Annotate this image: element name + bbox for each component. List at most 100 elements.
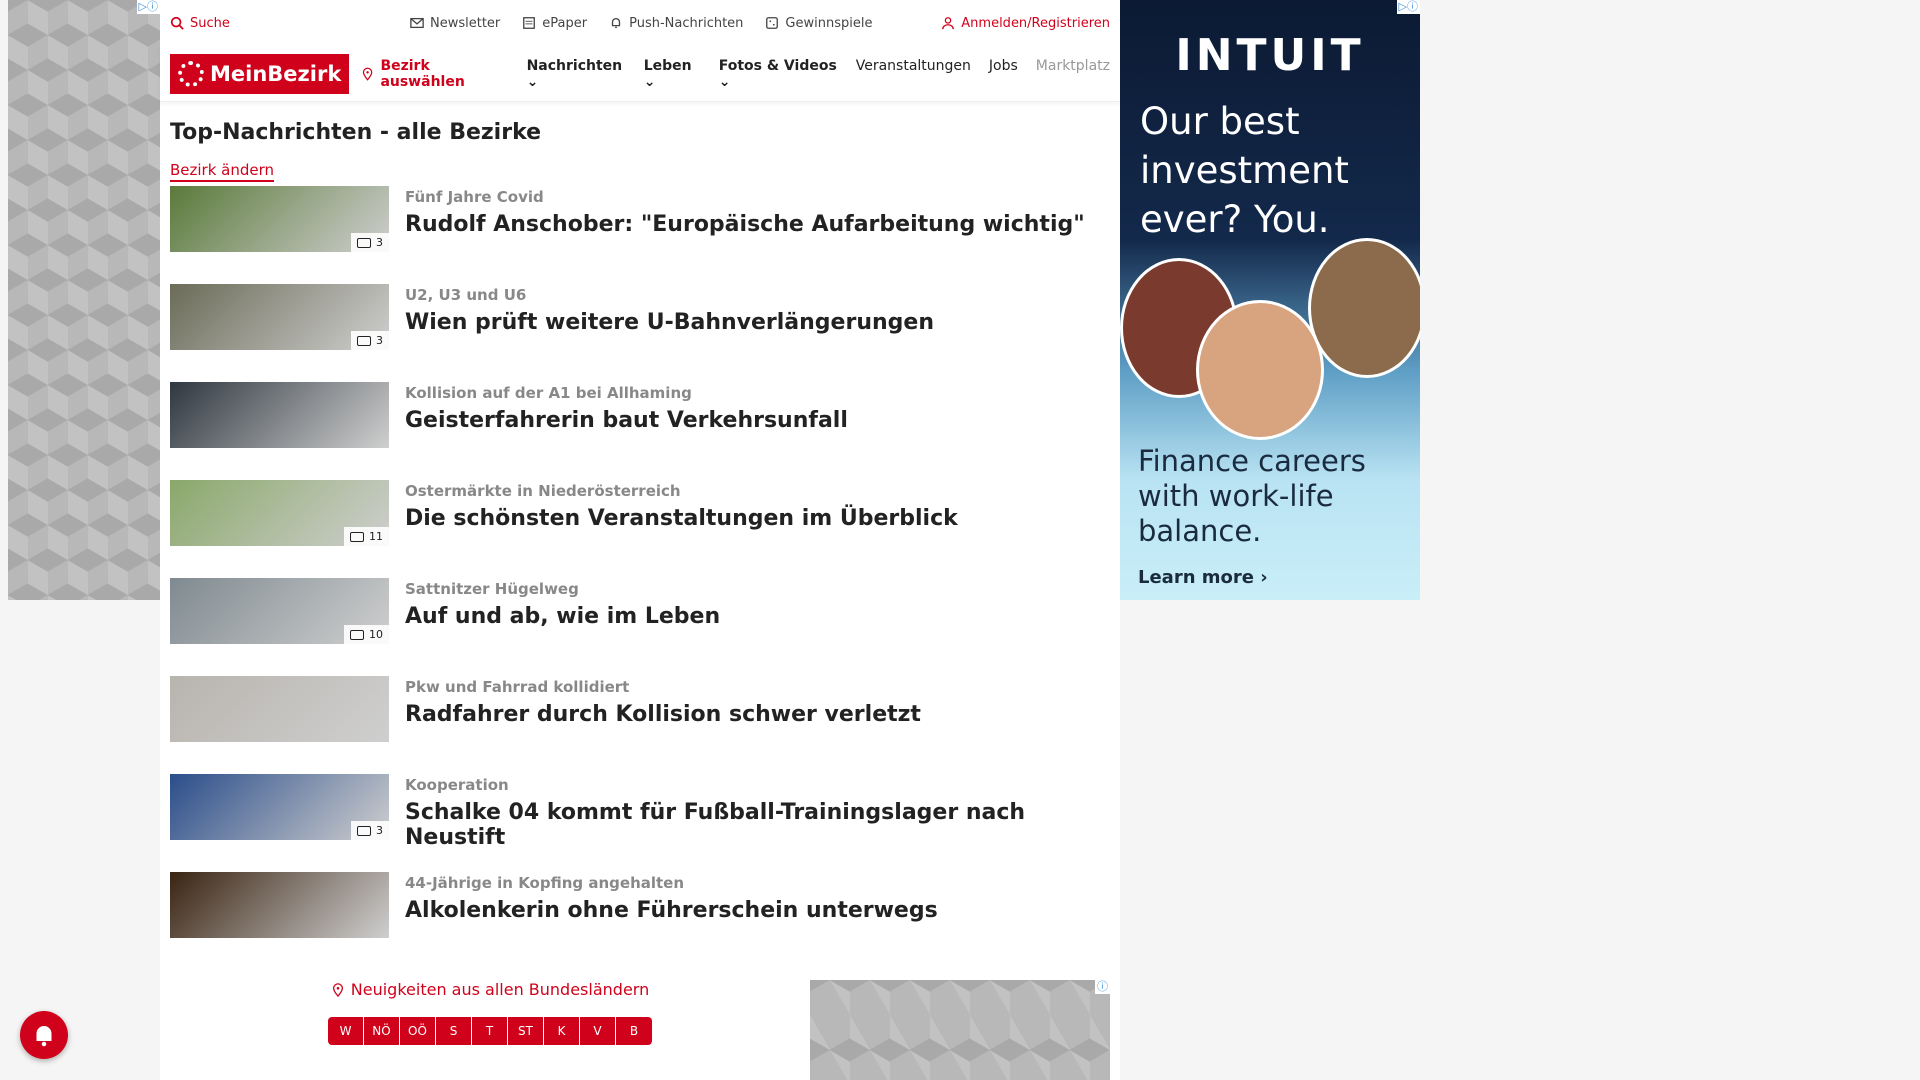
article-thumbnail[interactable]: 3 [170, 774, 389, 840]
article-kicker: Kooperation [405, 776, 509, 794]
article-row[interactable]: 11 Ostermärkte in Niederösterreich Die sch… [160, 480, 1120, 578]
photo-count-badge: 3 [351, 821, 389, 840]
gewinnspiele-link[interactable]: Gewinnspiele [765, 16, 872, 31]
article-thumbnail[interactable]: 3 [170, 284, 389, 350]
region-chip[interactable]: W [328, 1017, 364, 1045]
article-headline[interactable]: Wien prüft weitere U-Bahnverlängerungen [405, 310, 934, 335]
photo-count-badge: 3 [351, 331, 389, 350]
photo-count: 3 [376, 236, 383, 249]
dice-icon [766, 17, 779, 29]
push-link[interactable]: Push-Nachrichten [609, 16, 743, 31]
article-text: Kollision auf der A1 bei Allhaming Geiste… [405, 384, 848, 433]
right-ad-banner[interactable]: ▷ⓘ INTUIT Our best investment ever? You.… [1120, 0, 1420, 600]
article-kicker: Ostermärkte in Niederösterreich [405, 482, 681, 500]
article-row[interactable]: 10 Sattnitzer Hügelweg Auf und ab, wie im … [160, 578, 1120, 676]
ad-learn-more-link[interactable]: Learn more › [1138, 567, 1420, 588]
article-headline[interactable]: Rudolf Anschober: "Europäische Aufarbeit… [405, 212, 1085, 237]
login-link[interactable]: Anmelden/Registrieren [941, 16, 1110, 31]
regions-heading[interactable]: Neuigkeiten aus allen Bundesländern [300, 980, 680, 999]
region-chip[interactable]: NÖ [364, 1017, 400, 1045]
nav-item-veranstaltungen[interactable]: Veranstaltungen [856, 58, 971, 90]
newsletter-link[interactable]: Newsletter [410, 16, 500, 31]
nav-item-nachrichten[interactable]: Nachrichten ⌄ [527, 58, 626, 90]
ad-choices-icon[interactable]: ▷ⓘ [136, 0, 160, 14]
ad-choices-icon[interactable]: ▷ⓘ [1396, 0, 1420, 14]
site-logo[interactable]: MeinBezirk [170, 53, 350, 94]
article-row[interactable]: 3 Kooperation Schalke 04 kommt für Fußball… [160, 774, 1120, 872]
search-link[interactable]: Suche [170, 16, 230, 31]
nav-item-label: Nachrichten [526, 57, 623, 74]
push-label: Push-Nachrichten [629, 15, 744, 31]
ad-people-image [1120, 238, 1420, 444]
bell-icon [611, 17, 621, 29]
article-row[interactable]: 44-Jährige in Kopfing angehalten Alkolenk… [160, 872, 1120, 970]
article-text: U2, U3 und U6 Wien prüft weitere U-Bahnve… [405, 286, 934, 335]
chevron-down-icon: ⌄ [643, 73, 656, 90]
photo-count: 10 [369, 628, 383, 641]
article-thumbnail[interactable] [170, 676, 389, 742]
article-thumbnail[interactable]: 10 [170, 578, 389, 644]
article-thumbnail[interactable] [170, 382, 389, 448]
user-icon [942, 17, 955, 30]
page-title: Top-Nachrichten - alle Bezirke [170, 120, 542, 145]
article-kicker: 44-Jährige in Kopfing angehalten [405, 874, 685, 892]
main-navigation: MeinBezirk Bezirk auswählen Nachrichten … [160, 46, 1120, 102]
region-chip[interactable]: S [436, 1017, 472, 1045]
article-headline[interactable]: Schalke 04 kommt für Fußball-Trainingsla… [405, 800, 1120, 850]
article-headline[interactable]: Radfahrer durch Kollision schwer verletz… [405, 702, 921, 727]
search-icon [170, 16, 184, 30]
article-kicker: Pkw und Fahrrad kollidiert [405, 678, 630, 696]
newsletter-label: Newsletter [430, 15, 501, 31]
article-headline[interactable]: Auf und ab, wie im Leben [405, 604, 720, 629]
article-kicker: Fünf Jahre Covid [405, 188, 544, 206]
nav-item-leben[interactable]: Leben ⌄ [644, 58, 701, 90]
article-kicker: U2, U3 und U6 [405, 286, 527, 304]
left-ad-banner[interactable]: ▷ⓘ [8, 0, 160, 600]
article-thumbnail[interactable] [170, 872, 389, 938]
nav-item-marktplatz[interactable]: Marktplatz [1036, 58, 1110, 90]
ad-brand: INTUIT [1175, 30, 1365, 81]
region-chip[interactable]: B [616, 1017, 652, 1045]
region-chips: W NÖ OÖ S T ST K V B [300, 1017, 680, 1045]
bezirk-selector[interactable]: Bezirk auswählen [361, 58, 510, 90]
article-row[interactable]: Pkw und Fahrrad kollidiert Radfahrer durc… [160, 676, 1120, 774]
region-chip[interactable]: K [544, 1017, 580, 1045]
bell-icon [36, 1026, 52, 1047]
article-thumbnail[interactable]: 11 [170, 480, 389, 546]
chevron-down-icon: ⌄ [526, 73, 539, 90]
chevron-down-icon: ⌄ [718, 73, 731, 90]
logo-text: MeinBezirk [210, 61, 342, 86]
location-pin-icon [332, 982, 343, 997]
nav-item-label: Leben [643, 57, 692, 74]
article-headline[interactable]: Die schönsten Veranstaltungen im Überbli… [405, 506, 958, 531]
ad-claim: Our best investment ever? You. [1140, 100, 1349, 241]
article-headline[interactable]: Geisterfahrerin baut Verkehrsunfall [405, 408, 848, 433]
article-row[interactable]: 3 U2, U3 und U6 Wien prüft weitere U-Bahnv… [160, 284, 1120, 382]
logo-sun-icon [178, 60, 204, 87]
search-label: Suche [190, 15, 230, 31]
gallery-icon [357, 237, 371, 248]
photo-count-badge: 3 [351, 233, 389, 252]
article-thumbnail[interactable]: 3 [170, 186, 389, 252]
nav-items: Nachrichten ⌄ Leben ⌄ Fotos & Videos ⌄ V… [527, 58, 1110, 90]
nav-item-fotos-videos[interactable]: Fotos & Videos ⌄ [719, 58, 838, 90]
region-chip[interactable]: ST [508, 1017, 544, 1045]
nav-item-jobs[interactable]: Jobs [989, 58, 1018, 90]
region-chip[interactable]: V [580, 1017, 616, 1045]
ad-choices-icon[interactable]: ⓘ [1095, 980, 1110, 994]
notification-bell-button[interactable] [20, 1011, 68, 1059]
bezirk-change-link[interactable]: Bezirk ändern [170, 161, 275, 182]
epaper-link[interactable]: ePaper [522, 16, 587, 31]
top-utility-bar: Suche Newsletter ePaper Push-Nachrichten… [160, 0, 1120, 46]
main-column: Suche Newsletter ePaper Push-Nachrichten… [160, 0, 1120, 1080]
mail-icon [410, 17, 424, 29]
region-chip[interactable]: OÖ [400, 1017, 436, 1045]
login-label: Anmelden/Registrieren [961, 15, 1110, 31]
article-row[interactable]: Kollision auf der A1 bei Allhaming Geiste… [160, 382, 1120, 480]
article-row[interactable]: 3 Fünf Jahre Covid Rudolf Anschober: "Euro… [160, 186, 1120, 284]
photo-count: 3 [376, 334, 383, 347]
article-headline[interactable]: Alkolenkerin ohne Führerschein unterwegs [405, 898, 938, 923]
bottom-ad-banner[interactable]: ⓘ [810, 980, 1110, 1080]
gallery-icon [350, 531, 364, 542]
region-chip[interactable]: T [472, 1017, 508, 1045]
